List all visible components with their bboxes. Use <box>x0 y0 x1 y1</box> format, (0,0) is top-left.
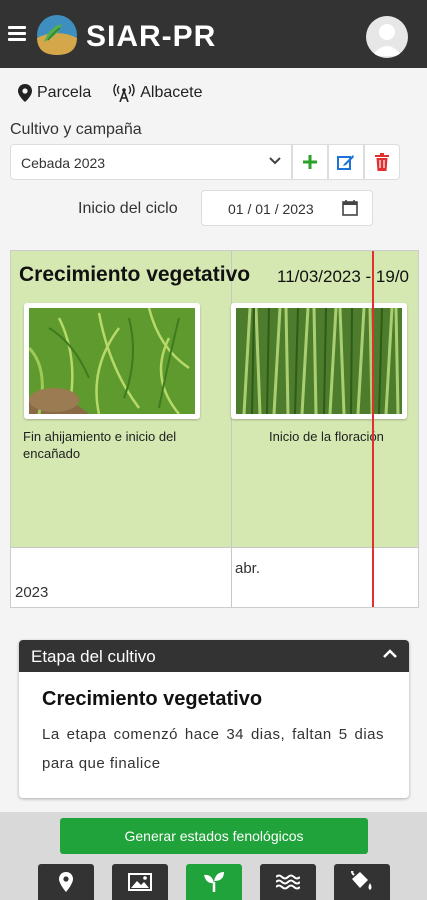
app-header: SIAR-PR <box>0 0 427 68</box>
cycle-start-date-input[interactable]: 01 / 01 / 2023 <box>201 190 373 226</box>
station-link[interactable]: Albacete <box>113 84 203 102</box>
bottom-bar: Generar estados fenológicos <box>0 812 427 900</box>
cycle-start-label: Inicio del ciclo <box>78 200 178 217</box>
cycle-start-date-value: 01 / 01 / 2023 <box>228 201 314 217</box>
location-row: Parcela Albacete <box>18 82 225 104</box>
siar-logo-icon <box>36 14 78 56</box>
phenology-photo-flowering[interactable] <box>231 303 407 419</box>
station-label: Albacete <box>140 84 203 101</box>
hamburger-menu-icon[interactable] <box>8 26 26 42</box>
location-pin-icon <box>59 872 73 892</box>
edit-crop-button[interactable] <box>328 144 364 180</box>
nav-irrigation-button[interactable] <box>260 864 316 900</box>
chevron-down-icon <box>269 157 281 165</box>
parcela-label: Parcela <box>37 84 92 101</box>
phenology-photo-tillering[interactable] <box>24 303 200 419</box>
crop-stage-card-header[interactable]: Etapa del cultivo <box>19 640 409 672</box>
add-crop-button[interactable] <box>292 144 328 180</box>
sprout-icon <box>204 872 224 892</box>
app-title: SIAR-PR <box>86 20 217 53</box>
axis-month-label: abr. <box>235 560 261 577</box>
phase-title: Crecimiento vegetativo <box>19 263 251 286</box>
fertilizer-bucket-icon <box>351 871 372 890</box>
water-waves-icon <box>276 874 300 890</box>
axis-year-label: 2023 <box>15 584 49 601</box>
image-icon <box>128 873 152 891</box>
chevron-up-icon[interactable] <box>383 649 397 659</box>
nav-phenology-button[interactable] <box>186 864 242 900</box>
crop-select-value: Cebada 2023 <box>21 155 106 171</box>
crop-stage-card-title: Etapa del cultivo <box>31 647 156 666</box>
axis-line <box>11 547 418 548</box>
plus-icon <box>303 155 317 169</box>
delete-crop-button[interactable] <box>364 144 400 180</box>
map-pin-icon <box>18 84 32 102</box>
calendar-icon[interactable] <box>342 200 358 216</box>
crop-stage-card: Etapa del cultivo Crecimiento vegetativo… <box>19 640 409 798</box>
edit-icon <box>337 155 354 170</box>
trash-icon <box>375 153 389 171</box>
phase-dates: 11/03/2023 - 19/0 <box>277 267 410 286</box>
generate-phenology-button[interactable]: Generar estados fenológicos <box>60 818 368 854</box>
nav-fertilizer-button[interactable] <box>334 864 390 900</box>
photo-caption-tillering: Fin ahijamiento e inicio del encañado <box>23 429 177 461</box>
user-avatar-icon[interactable] <box>366 16 408 58</box>
stage-description: La etapa comenzó hace 34 dias, faltan 5 … <box>42 726 384 772</box>
crop-select[interactable]: Cebada 2023 <box>10 144 292 180</box>
antenna-icon <box>113 84 135 102</box>
stage-name: Crecimiento vegetativo <box>42 688 263 710</box>
nav-location-button[interactable] <box>38 864 94 900</box>
phenology-timeline[interactable]: Crecimiento vegetativo 11/03/2023 - 19/0 <box>10 250 419 608</box>
photo-caption-flowering: Inicio de la floración <box>269 429 384 444</box>
nav-images-button[interactable] <box>112 864 168 900</box>
crop-label: Cultivo y campaña <box>10 121 142 138</box>
parcela-link[interactable]: Parcela <box>18 84 91 102</box>
today-marker-line <box>372 251 374 607</box>
